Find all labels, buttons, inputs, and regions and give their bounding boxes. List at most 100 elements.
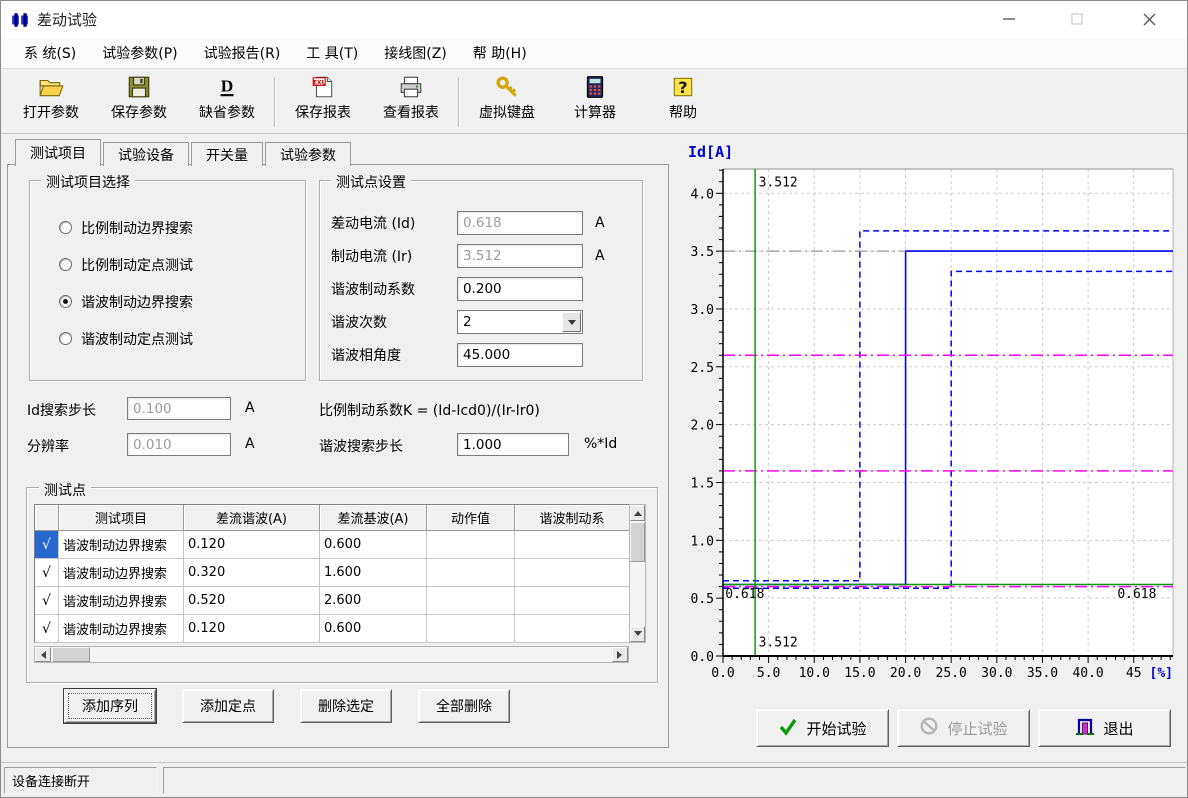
x-tick-label: 5.0	[757, 666, 780, 681]
harmonic-phase-angle-input[interactable]: 45.000	[457, 343, 583, 367]
app-icon	[11, 11, 29, 29]
minimize-icon	[1003, 13, 1015, 25]
x-tick-label: 20.0	[890, 666, 921, 681]
cell	[515, 531, 630, 559]
toolbar-button-save-floppy[interactable]: 保存参数	[95, 71, 183, 133]
row-checkbox[interactable]: √	[35, 531, 59, 559]
horizontal-scroll-thumb[interactable]	[52, 647, 90, 662]
scroll-right-button[interactable]	[612, 647, 628, 662]
x-tick-label: 35.0	[1027, 666, 1058, 681]
menu-item[interactable]: 帮 助(H)	[460, 38, 540, 68]
cell	[427, 615, 515, 643]
toolbar-button-label: 帮助	[669, 102, 697, 122]
menu-item[interactable]: 试验参数(P)	[89, 38, 190, 68]
table-row[interactable]: √谐波制动边界搜索0.1200.600	[35, 615, 629, 643]
status-text: 设备连接断开	[12, 771, 90, 790]
toolbar-button-virtual-keyboard[interactable]: 虚拟键盘	[463, 71, 551, 133]
cell	[427, 587, 515, 615]
table-row[interactable]: √谐波制动边界搜索0.5202.600	[35, 587, 629, 615]
y-tick-label: 1.5	[691, 476, 714, 491]
scroll-down-button[interactable]	[630, 626, 645, 642]
button-退出[interactable]: 退出	[1038, 709, 1171, 747]
x-tick-label: 10.0	[799, 666, 830, 681]
button-删除选定[interactable]: 删除选定	[300, 689, 392, 723]
button-label: 停止试验	[947, 718, 1007, 739]
toolbar: 打开参数保存参数D缺省参数EXL保存报表查看报表虚拟键盘计算器?帮助	[1, 68, 1187, 134]
radio-option[interactable]: 比例制动定点测试	[59, 246, 289, 283]
chevron-down-icon	[568, 320, 576, 329]
maximize-button[interactable]	[1054, 3, 1100, 35]
dropdown-button[interactable]	[562, 312, 581, 332]
exit-icon	[1075, 716, 1095, 740]
titlebar: 差动试验	[1, 1, 1187, 38]
cell: 谐波制动边界搜索	[59, 587, 184, 615]
row-checkbox[interactable]: √	[35, 587, 59, 615]
cell: 0.600	[320, 531, 427, 559]
toolbar-button-calculator[interactable]: 计算器	[551, 71, 639, 133]
radio-option[interactable]: 比例制动边界搜索	[59, 209, 289, 246]
button-添加定点[interactable]: 添加定点	[182, 689, 274, 723]
toolbar-button-save-report[interactable]: EXL保存报表	[279, 71, 367, 133]
minimize-button[interactable]	[986, 3, 1032, 35]
scroll-left-button[interactable]	[35, 647, 51, 662]
column-header: 差流谐波(A)	[184, 505, 320, 531]
cell	[427, 531, 515, 559]
close-button[interactable]	[1126, 3, 1172, 35]
radio-option[interactable]: 谐波制动边界搜索	[59, 283, 289, 320]
harmonic-order-select[interactable]: 2	[457, 310, 583, 334]
triangle-up-icon	[634, 507, 642, 516]
toolbar-button-label: 保存报表	[295, 102, 351, 122]
field-row: 谐波次数2	[331, 305, 636, 338]
toolbar-button-label: 缺省参数	[199, 102, 255, 122]
virtual-keyboard-icon	[494, 74, 520, 100]
harmonic-restraint-coef-input[interactable]: 0.200	[457, 277, 583, 301]
radio-icon	[59, 221, 72, 234]
tab-试验参数[interactable]: 试验参数	[265, 142, 351, 166]
combo-value: 2	[463, 314, 472, 330]
test-point-group-title: 测试点设置	[331, 172, 411, 192]
y-tick-label: 3.0	[691, 303, 714, 318]
triangle-left-icon	[37, 651, 46, 659]
cell	[515, 587, 630, 615]
tab-测试项目[interactable]: 测试项目	[15, 139, 101, 166]
tab-试验设备[interactable]: 试验设备	[103, 142, 189, 166]
test-points-group-title: 测试点	[39, 480, 91, 500]
cell	[515, 615, 630, 643]
radio-label: 比例制动边界搜索	[81, 218, 193, 238]
field-row: 谐波制动系数0.200	[331, 272, 636, 305]
radio-icon	[59, 258, 72, 271]
menu-item[interactable]: 工 具(T)	[293, 38, 371, 68]
table-row[interactable]: √谐波制动边界搜索0.3201.600	[35, 559, 629, 587]
cell	[427, 559, 515, 587]
close-icon	[1143, 13, 1156, 26]
row-checkbox[interactable]: √	[35, 559, 59, 587]
harmonic-step-input[interactable]: 1.000	[457, 433, 569, 456]
x-tick-label: 45	[1126, 666, 1142, 681]
column-header: 动作值	[427, 505, 515, 531]
chart-annotation: 0.618	[725, 587, 764, 602]
button-添加序列[interactable]: 添加序列	[64, 689, 156, 723]
row-checkbox[interactable]: √	[35, 615, 59, 643]
button-开始试验[interactable]: 开始试验	[756, 709, 889, 747]
tab-开关量[interactable]: 开关量	[191, 142, 263, 166]
menu-item[interactable]: 接线图(Z)	[371, 38, 460, 68]
cell: 0.120	[184, 531, 320, 559]
scroll-up-button[interactable]	[630, 505, 645, 521]
maximize-icon	[1071, 13, 1083, 25]
button-全部删除[interactable]: 全部删除	[418, 689, 510, 723]
menu-item[interactable]: 系 统(S)	[11, 38, 89, 68]
y-tick-label: 2.5	[691, 361, 714, 376]
toolbar-button-print-report[interactable]: 查看报表	[367, 71, 455, 133]
toolbar-button-help[interactable]: ?帮助	[639, 71, 727, 133]
vertical-scrollbar[interactable]	[629, 504, 646, 643]
radio-option[interactable]: 谐波制动定点测试	[59, 320, 289, 357]
chart-annotation: 3.512	[759, 636, 798, 651]
window-title: 差动试验	[37, 9, 97, 30]
horizontal-scrollbar[interactable]	[34, 646, 629, 663]
menu-item[interactable]: 试验报告(R)	[191, 38, 294, 68]
toolbar-button-open-folder[interactable]: 打开参数	[7, 71, 95, 133]
table-row[interactable]: √谐波制动边界搜索0.1200.600	[35, 531, 629, 559]
vertical-scroll-thumb[interactable]	[630, 522, 645, 562]
toolbar-button-default-params[interactable]: D缺省参数	[183, 71, 271, 133]
table-buttons: 添加序列添加定点删除选定全部删除	[26, 689, 658, 723]
